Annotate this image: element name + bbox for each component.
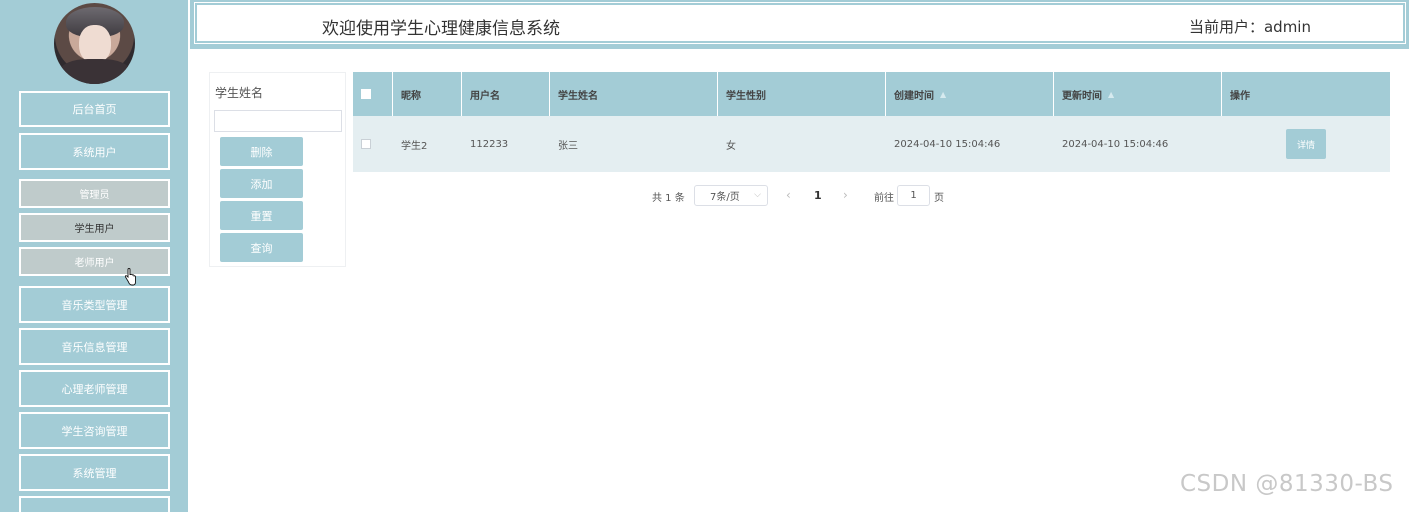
row-select-cell — [353, 116, 393, 172]
sort-icon[interactable]: ▲ — [940, 90, 946, 99]
cell-updated: 2024-04-10 15:04:46 — [1062, 138, 1169, 150]
row-checkbox[interactable] — [361, 139, 371, 149]
page: 后台首页 系统用户 管理员 学生用户 老师用户 音乐类型管理 音乐信息管理 心理… — [0, 0, 1409, 512]
hand-cursor-icon — [124, 268, 136, 286]
column-header-label: 操作 — [1230, 90, 1250, 102]
sidebar-item-more[interactable] — [19, 496, 170, 512]
column-header-label: 更新时间 — [1062, 90, 1102, 102]
table-header: 昵称 用户名 学生姓名 学生性别 创建时间 ▲ 更新时间 ▲ 操作 — [353, 72, 1390, 116]
sidebar-item-dashboard[interactable]: 后台首页 — [19, 91, 170, 127]
reset-button[interactable]: 重置 — [220, 201, 303, 230]
current-page[interactable]: 1 — [814, 189, 822, 202]
goto-page-input[interactable]: 1 — [897, 185, 930, 206]
sidebar-subitem-student-users[interactable]: 学生用户 — [19, 213, 170, 242]
avatar — [54, 3, 135, 84]
query-button[interactable]: 查询 — [220, 233, 303, 262]
header-select-cell — [353, 72, 393, 116]
column-header-created[interactable]: 创建时间 ▲ — [886, 72, 1054, 116]
sort-icon[interactable]: ▲ — [1108, 90, 1114, 99]
header: 欢迎使用学生心理健康信息系统 当前用户：admin — [190, 0, 1409, 49]
sidebar-item-music-info[interactable]: 音乐信息管理 — [19, 328, 170, 365]
cell-nickname: 学生2 — [401, 140, 428, 152]
student-name-input[interactable] — [214, 110, 342, 132]
sidebar-item-psych-teacher[interactable]: 心理老师管理 — [19, 370, 170, 407]
cell-student-name: 张三 — [558, 140, 578, 152]
sidebar-item-system-manage[interactable]: 系统管理 — [19, 454, 170, 491]
column-header-username[interactable]: 用户名 — [462, 72, 550, 116]
column-header-label: 创建时间 — [894, 90, 934, 102]
page-title: 欢迎使用学生心理健康信息系统 — [322, 19, 560, 39]
sidebar-item-music-type[interactable]: 音乐类型管理 — [19, 286, 170, 323]
search-panel: 学生姓名 删除 添加 重置 查询 — [209, 72, 346, 267]
column-header-gender[interactable]: 学生性别 — [718, 72, 886, 116]
current-user: 当前用户：admin — [1188, 18, 1311, 36]
avatar-coat — [60, 59, 130, 84]
sidebar-subitem-teacher-users[interactable]: 老师用户 — [19, 247, 170, 276]
sidebar: 后台首页 系统用户 管理员 学生用户 老师用户 音乐类型管理 音乐信息管理 心理… — [0, 0, 188, 512]
search-label: 学生姓名 — [215, 86, 264, 100]
data-table: 昵称 用户名 学生姓名 学生性别 创建时间 ▲ 更新时间 ▲ 操作 学生2 1122… — [353, 72, 1390, 172]
detail-button[interactable]: 详情 — [1286, 129, 1326, 159]
select-all-checkbox[interactable] — [361, 89, 371, 99]
delete-button[interactable]: 删除 — [220, 137, 303, 166]
pagination-total: 共 1 条 — [652, 192, 685, 204]
chevron-down-icon: ⌵ — [754, 190, 761, 200]
header-inner: 欢迎使用学生心理健康信息系统 当前用户：admin — [194, 2, 1406, 44]
next-page-icon[interactable]: › — [843, 188, 848, 202]
column-header-label: 用户名 — [470, 90, 500, 102]
column-header-label: 学生性别 — [726, 90, 766, 102]
add-button[interactable]: 添加 — [220, 169, 303, 198]
sidebar-item-system-users[interactable]: 系统用户 — [19, 133, 170, 170]
page-size-select[interactable]: 7条/页 ⌵ — [694, 185, 768, 206]
avatar-face — [79, 25, 111, 63]
page-suffix: 页 — [934, 192, 944, 204]
watermark: CSDN @81330-BS — [1180, 471, 1394, 497]
page-size-value: 7条/页 — [710, 192, 740, 203]
goto-label: 前往 — [874, 192, 894, 204]
cell-username: 112233 — [470, 138, 509, 150]
cell-created: 2024-04-10 15:04:46 — [894, 138, 1001, 150]
column-header-nickname[interactable]: 昵称 — [393, 72, 462, 116]
column-header-student-name[interactable]: 学生姓名 — [550, 72, 718, 116]
column-header-updated[interactable]: 更新时间 ▲ — [1054, 72, 1222, 116]
sidebar-item-student-consult[interactable]: 学生咨询管理 — [19, 412, 170, 449]
cell-gender: 女 — [726, 140, 736, 152]
column-header-label: 学生姓名 — [558, 90, 598, 102]
column-header-label: 昵称 — [401, 90, 421, 102]
column-header-actions: 操作 — [1222, 72, 1390, 116]
table-row[interactable]: 学生2 112233 张三 女 2024-04-10 15:04:46 2024… — [353, 116, 1390, 172]
prev-page-icon[interactable]: ‹ — [786, 188, 791, 202]
sidebar-subitem-admin[interactable]: 管理员 — [19, 179, 170, 208]
